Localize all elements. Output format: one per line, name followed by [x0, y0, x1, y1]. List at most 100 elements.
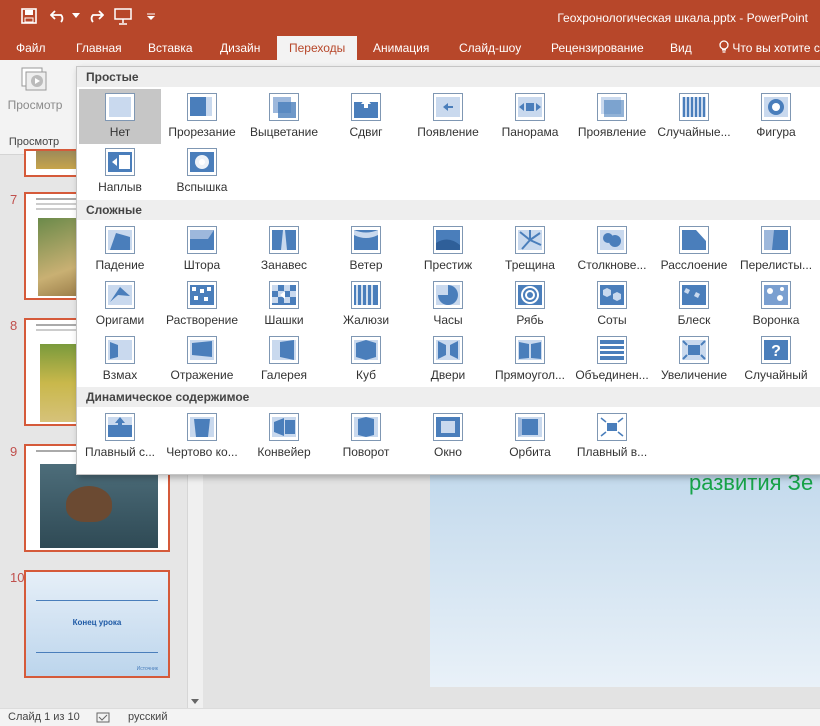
transition-simple-8[interactable]: Случайные... — [653, 89, 735, 144]
transition-complex-5[interactable]: Престиж — [407, 222, 489, 277]
transition-complex-15[interactable]: Рябь — [489, 277, 571, 332]
tab-transitions[interactable]: Переходы — [277, 36, 358, 60]
lightbulb-icon — [719, 40, 729, 53]
tab-view[interactable]: Вид — [670, 36, 692, 60]
transition-label: Конвейер — [257, 445, 311, 459]
undo-dropdown-icon[interactable] — [70, 6, 82, 26]
transition-complex-26[interactable]: Увеличение — [653, 332, 735, 387]
transition-complex-24[interactable]: Прямоугол... — [489, 332, 571, 387]
transition-thumbnail-icon — [597, 413, 627, 441]
tab-insert[interactable]: Вставка — [148, 36, 193, 60]
transition-thumbnail-icon — [433, 93, 463, 121]
save-icon[interactable] — [18, 6, 40, 26]
transition-complex-21[interactable]: Галерея — [243, 332, 325, 387]
spellcheck-icon[interactable] — [96, 712, 110, 723]
transition-complex-20[interactable]: Отражение — [161, 332, 243, 387]
transition-label: Случайный — [744, 368, 808, 382]
preview-group-label: Просмотр — [8, 136, 60, 148]
transition-simple-3[interactable]: Выцветание — [243, 89, 325, 144]
transition-complex-10[interactable]: Оригами — [79, 277, 161, 332]
tab-design[interactable]: Дизайн — [220, 36, 260, 60]
transition-complex-8[interactable]: Расслоение — [653, 222, 735, 277]
tell-me[interactable]: Что вы хотите с — [719, 36, 820, 60]
preview-button[interactable]: Просмотр — [4, 66, 66, 122]
transition-thumbnail-icon — [597, 226, 627, 254]
slide-canvas[interactable]: развития Зе — [430, 465, 820, 687]
transition-thumbnail-icon — [679, 93, 709, 121]
tab-slideshow[interactable]: Слайд-шоу — [459, 36, 521, 60]
undo-icon[interactable] — [48, 6, 70, 26]
transition-label: Отражение — [170, 368, 234, 382]
transition-label: Трещина — [505, 258, 555, 272]
customize-icon[interactable] — [140, 6, 162, 26]
transition-complex-25[interactable]: Объединен... — [571, 332, 653, 387]
transition-complex-7[interactable]: Столкнове... — [571, 222, 653, 277]
slide-thumbnail-10[interactable]: Конец урока Источник — [24, 570, 170, 678]
language-indicator[interactable]: русский — [128, 711, 167, 723]
redo-icon[interactable] — [84, 6, 106, 26]
transition-complex-22[interactable]: Куб — [325, 332, 407, 387]
tab-review[interactable]: Рецензирование — [551, 36, 644, 60]
transition-complex-16[interactable]: Соты — [571, 277, 653, 332]
transition-label: Штора — [183, 258, 221, 272]
transition-complex-6[interactable]: Трещина — [489, 222, 571, 277]
transition-thumbnail-icon — [433, 336, 463, 364]
transition-dynamic-2[interactable]: Чертово ко... — [161, 409, 243, 464]
transition-label: Панорама — [501, 125, 559, 139]
transition-thumbnail-icon — [187, 336, 217, 364]
transition-thumbnail-icon — [105, 148, 135, 176]
transition-complex-17[interactable]: Блеск — [653, 277, 735, 332]
transition-complex-9[interactable]: Перелисты... — [735, 222, 817, 277]
transition-thumbnail-icon — [351, 226, 381, 254]
transition-simple-4[interactable]: Сдвиг — [325, 89, 407, 144]
transition-simple-5[interactable]: Появление — [407, 89, 489, 144]
transition-complex-2[interactable]: Штора — [161, 222, 243, 277]
transition-complex-13[interactable]: Жалюзи — [325, 277, 407, 332]
transition-complex-18[interactable]: Воронка — [735, 277, 817, 332]
transition-simple-9[interactable]: Фигура — [735, 89, 817, 144]
transition-complex-3[interactable]: Занавес — [243, 222, 325, 277]
transition-simple-11[interactable]: Вспышка — [161, 144, 243, 199]
transition-complex-11[interactable]: Растворение — [161, 277, 243, 332]
transition-label: Нет — [109, 125, 131, 139]
svg-text:?: ? — [771, 343, 781, 360]
transition-simple-1[interactable]: Нет — [79, 89, 161, 144]
transition-dynamic-5[interactable]: Окно — [407, 409, 489, 464]
transition-simple-10[interactable]: Наплыв — [79, 144, 161, 199]
transition-complex-1[interactable]: Падение — [79, 222, 161, 277]
transition-label: Вспышка — [176, 180, 228, 194]
transition-label: Расслоение — [660, 258, 728, 272]
transition-complex-23[interactable]: Двери — [407, 332, 489, 387]
transition-thumbnail-icon — [351, 93, 381, 121]
tab-home[interactable]: Главная — [76, 36, 122, 60]
transition-simple-2[interactable]: Прорезание — [161, 89, 243, 144]
transition-label: Взмах — [102, 368, 138, 382]
transition-complex-19[interactable]: Взмах — [79, 332, 161, 387]
transition-thumbnail-icon — [105, 93, 135, 121]
tab-file[interactable]: Файл — [16, 36, 46, 60]
transition-complex-27[interactable]: ? Случайный — [735, 332, 817, 387]
transition-dynamic-1[interactable]: Плавный с... — [79, 409, 161, 464]
transition-thumbnail-icon — [515, 93, 545, 121]
transition-label: Прямоугол... — [495, 368, 565, 382]
transition-label: Появление — [417, 125, 479, 139]
transition-label: Столкнове... — [577, 258, 647, 272]
transition-thumbnail-icon — [761, 226, 791, 254]
transition-complex-12[interactable]: Шашки — [243, 277, 325, 332]
present-icon[interactable] — [112, 6, 134, 26]
slide-10-footer: Источник — [136, 666, 158, 672]
transition-simple-7[interactable]: Проявление — [571, 89, 653, 144]
transition-label: Орбита — [509, 445, 551, 459]
scroll-down-arrow-icon[interactable] — [191, 699, 199, 704]
tab-animations[interactable]: Анимация — [373, 36, 429, 60]
transition-simple-6[interactable]: Панорама — [489, 89, 571, 144]
transition-complex-14[interactable]: Часы — [407, 277, 489, 332]
transition-dynamic-4[interactable]: Поворот — [325, 409, 407, 464]
transition-label: Галерея — [260, 368, 308, 382]
transition-dynamic-3[interactable]: Конвейер — [243, 409, 325, 464]
transition-dynamic-6[interactable]: Орбита — [489, 409, 571, 464]
transition-complex-4[interactable]: Ветер — [325, 222, 407, 277]
transition-label: Выцветание — [249, 125, 319, 139]
tell-me-text: Что вы хотите с — [732, 41, 820, 55]
transition-dynamic-7[interactable]: Плавный в... — [571, 409, 653, 464]
